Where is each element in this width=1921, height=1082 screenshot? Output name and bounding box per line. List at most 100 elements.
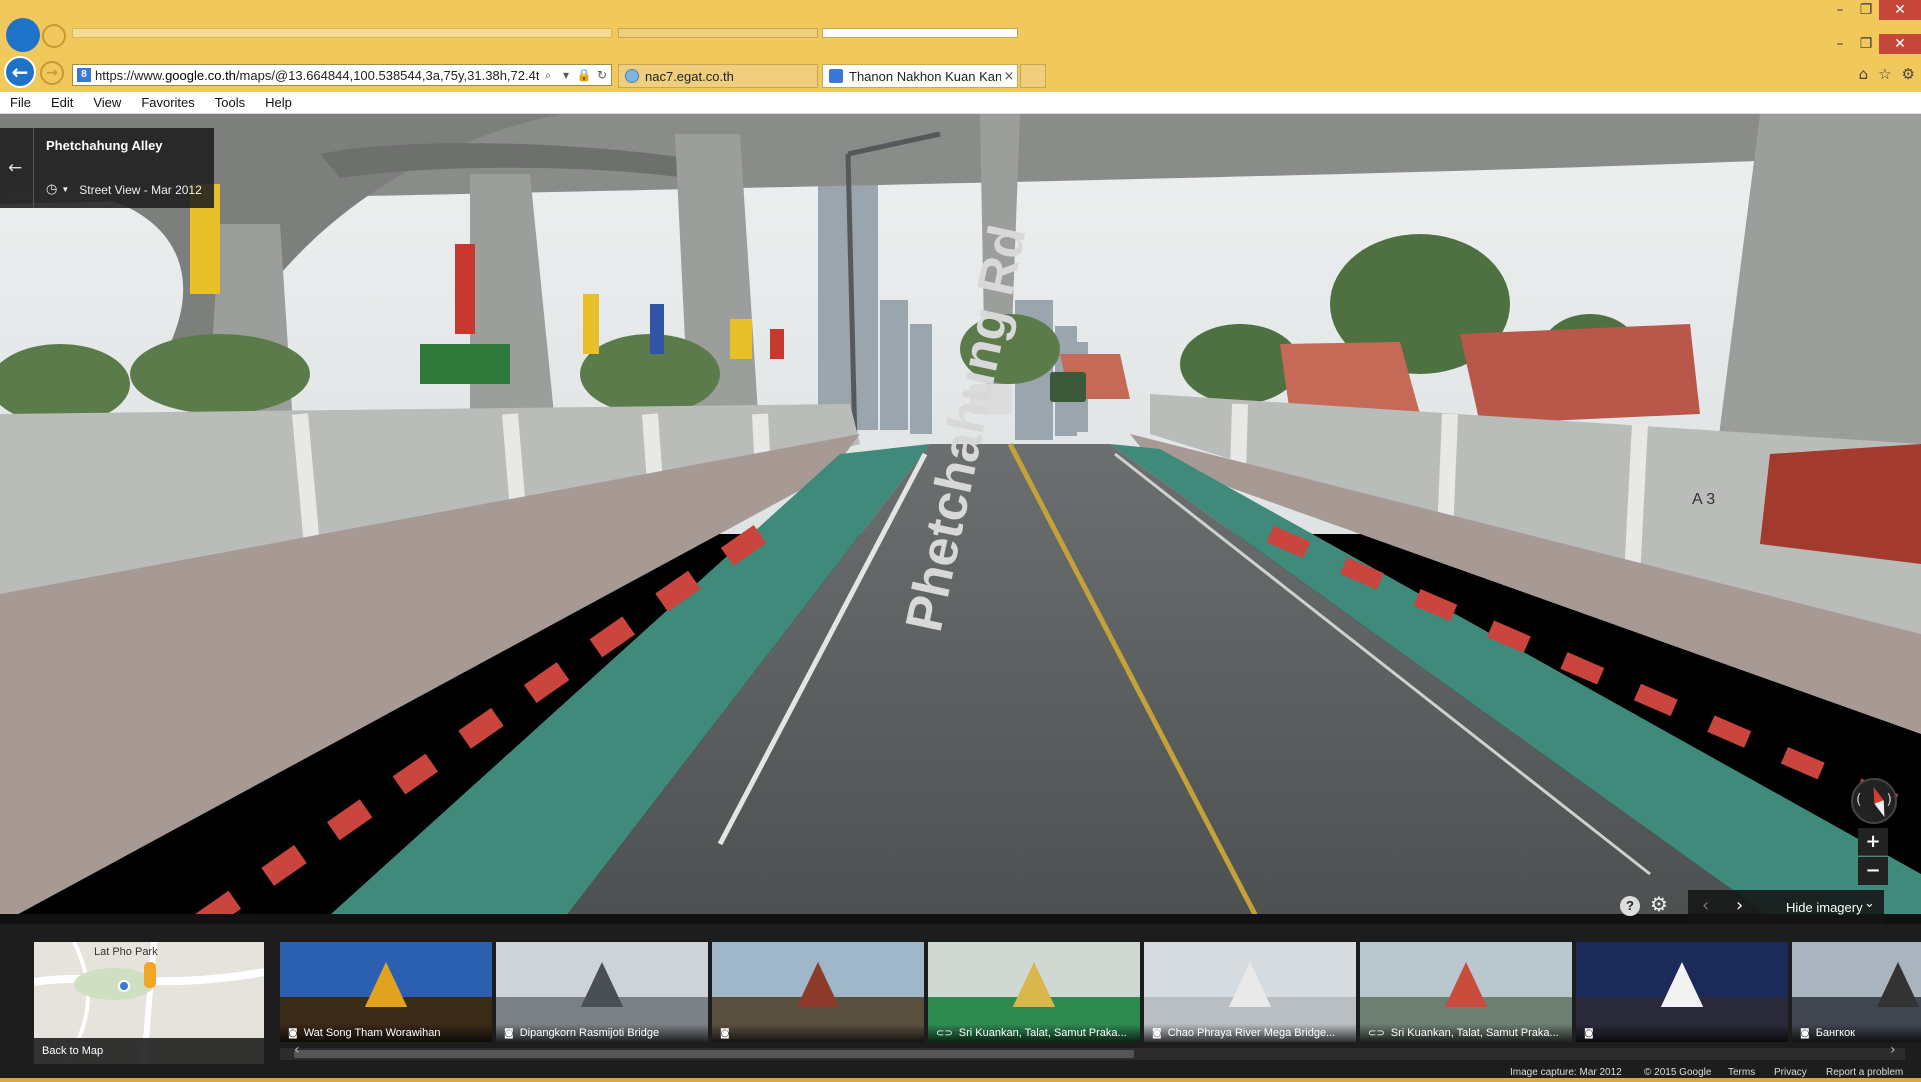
forward-arrow-icon[interactable]: → xyxy=(40,61,64,85)
thumbnail-caption: ⊂⊃ Sri Kuankan, Talat, Samut Praka... xyxy=(928,1024,1140,1042)
camera-icon: ◙ xyxy=(1152,1027,1162,1039)
chevron-left-icon[interactable]: ‹ xyxy=(294,1042,300,1058)
thumbnail-caption-text: Sri Kuankan, Talat, Samut Praka... xyxy=(958,1027,1127,1039)
zoom-in-button[interactable]: + xyxy=(1858,828,1888,856)
menu-tools[interactable]: Tools xyxy=(215,95,245,110)
minimap[interactable]: Lat Pho Park Back to Map xyxy=(34,942,264,1064)
new-tab-button[interactable] xyxy=(1020,64,1046,88)
camera-icon: ◙ xyxy=(504,1027,514,1039)
address-url[interactable]: https://www.google.co.th/maps/@13.664844… xyxy=(95,68,539,83)
thumbnail-caption: ◙ Wat Song Tham Worawihan xyxy=(280,1024,492,1042)
compass[interactable]: ( ) xyxy=(1851,778,1897,824)
camera-icon: ◙ xyxy=(1584,1027,1594,1039)
thumbnail-subject xyxy=(1660,962,1704,1007)
tab-label: nac7.egat.co.th xyxy=(645,68,734,84)
zoom-out-button[interactable]: − xyxy=(1858,857,1888,885)
thumbnail-caption-text: Бангкок xyxy=(1815,1027,1855,1039)
streetview-icon: ⊂⊃ xyxy=(1368,1027,1385,1039)
thumbnail-subject xyxy=(364,962,408,1007)
place-title: Phetchahung Alley xyxy=(46,138,163,153)
minimize-icon[interactable]: – xyxy=(1827,0,1853,20)
background-address-bar xyxy=(72,28,612,38)
thumbnail-subject xyxy=(1444,962,1488,1007)
photo-thumbnail[interactable]: ⊂⊃ Sri Kuankan, Talat, Samut Praka... xyxy=(1360,942,1572,1042)
thumbnail-caption: ◙ Dipangkorn Rasmijoti Bridge xyxy=(496,1024,708,1042)
scrollbar-thumb[interactable] xyxy=(294,1050,1134,1058)
thumbnail-caption-text: Wat Song Tham Worawihan xyxy=(303,1027,441,1039)
clock-icon[interactable]: ◷ xyxy=(46,182,57,197)
gear-icon[interactable]: ⚙ xyxy=(1902,66,1915,82)
image-capture-date: Image capture: Mar 2012 xyxy=(1510,1067,1622,1078)
street-view-panorama[interactable]: Phetchahung Rd A 3 xyxy=(0,114,1921,924)
chevron-left-icon[interactable]: ‹ xyxy=(1702,895,1709,916)
navigation-bar: ← → 8 https://www.google.co.th/maps/@13.… xyxy=(0,56,1921,92)
tab-egat[interactable]: nac7.egat.co.th xyxy=(618,64,818,88)
menu-edit[interactable]: Edit xyxy=(51,95,73,110)
rotate-right-icon[interactable]: ) xyxy=(1887,792,1892,808)
thumbnail-caption: ◙ xyxy=(712,1024,924,1042)
menu-favorites[interactable]: Favorites xyxy=(141,95,194,110)
photo-thumbnail[interactable]: ◙ Chao Phraya River Mega Bridge... xyxy=(1144,942,1356,1042)
tab-google-maps[interactable]: Thanon Nakhon Kuan Kan, ... × xyxy=(822,64,1018,88)
photo-thumbnail[interactable]: ⊂⊃ Sri Kuankan, Talat, Samut Praka... xyxy=(928,942,1140,1042)
rotate-left-icon[interactable]: ( xyxy=(1856,792,1861,808)
address-bar[interactable]: 8 https://www.google.co.th/maps/@13.6648… xyxy=(72,64,612,86)
lock-icon[interactable]: 🔒 xyxy=(575,65,593,85)
restore-icon[interactable]: ❐ xyxy=(1853,0,1879,20)
street-view-controls: ? ⚙ ‹ › Hide imagery ⌄ xyxy=(0,890,1921,924)
back-to-map-button[interactable]: Back to Map xyxy=(34,1038,264,1064)
imagery-date-selector[interactable]: ◷ ▼ Street View - Mar 2012 xyxy=(46,182,202,197)
background-window-bar: – ❐ ✕ – ❐ ✕ xyxy=(0,0,1921,56)
close-icon[interactable]: ✕ xyxy=(1879,34,1921,54)
thumbnail-caption: ⊂⊃ Sri Kuankan, Talat, Samut Praka... xyxy=(1360,1024,1572,1042)
menu-bar: File Edit View Favorites Tools Help xyxy=(0,92,1921,114)
truck-green xyxy=(1050,372,1086,402)
menu-help[interactable]: Help xyxy=(265,95,292,110)
background-tab-active xyxy=(822,28,1018,38)
filmstrip-scrollbar[interactable] xyxy=(280,1048,1905,1060)
refresh-icon[interactable]: ↻ xyxy=(593,65,611,85)
browser-window: – ❐ ✕ – ❐ ✕ ← → 8 https://www.google.co.… xyxy=(0,0,1921,1082)
hide-imagery-button[interactable]: Hide imagery xyxy=(1786,900,1863,915)
copyright-text: © 2015 Google xyxy=(1644,1067,1712,1078)
home-icon[interactable]: ⌂ xyxy=(1859,66,1869,82)
thumbnail-subject xyxy=(1012,962,1056,1007)
minimize-icon[interactable]: – xyxy=(1827,34,1853,54)
chevron-right-icon[interactable]: › xyxy=(1736,895,1743,916)
help-icon[interactable]: ? xyxy=(1620,896,1640,916)
restore-icon[interactable]: ❐ xyxy=(1853,34,1879,54)
tab-close-icon[interactable]: × xyxy=(1001,69,1017,84)
chevron-down-icon[interactable]: ▼ xyxy=(61,185,69,194)
dropdown-icon[interactable]: ▾ xyxy=(557,65,575,85)
minimap-place-label: Lat Pho Park xyxy=(94,946,158,958)
photo-thumbnail[interactable]: ◙ xyxy=(712,942,924,1042)
divider xyxy=(33,128,34,208)
photo-thumbnail[interactable]: ◙ Бангкок xyxy=(1792,942,1921,1042)
double-chevron-down-icon[interactable]: ⌄ xyxy=(1864,896,1875,911)
back-arrow-icon[interactable]: ← xyxy=(4,56,36,88)
photo-thumbnail[interactable]: ◙ xyxy=(1576,942,1788,1042)
place-info-card: ← Phetchahung Alley ◷ ▼ Street View - Ma… xyxy=(0,128,214,208)
star-icon[interactable]: ☆ xyxy=(1878,66,1891,82)
streetview-icon: ⊂⊃ xyxy=(936,1027,953,1039)
search-icon[interactable]: ⌕ xyxy=(539,65,557,85)
chevron-right-icon[interactable]: › xyxy=(1890,1042,1896,1058)
photo-thumbnail[interactable]: ◙ Wat Song Tham Worawihan xyxy=(280,942,492,1042)
thumbnail-list: ◙ Wat Song Tham Worawihan ◙ Dipangkorn Rasm… xyxy=(280,942,1921,1042)
panorama-image[interactable]: Phetchahung Rd A 3 xyxy=(0,114,1921,924)
green-road-sign xyxy=(420,344,510,384)
background-back-button xyxy=(6,18,40,52)
privacy-link[interactable]: Privacy xyxy=(1774,1067,1807,1078)
report-problem-link[interactable]: Report a problem xyxy=(1826,1067,1903,1078)
menu-file[interactable]: File xyxy=(10,95,31,110)
close-icon[interactable]: ✕ xyxy=(1879,0,1921,20)
thumbnail-subject xyxy=(1228,962,1272,1007)
browser-toolbar-icons: ⌂ ☆ ⚙ xyxy=(1859,66,1915,82)
menu-view[interactable]: View xyxy=(93,95,121,110)
photo-thumbnail[interactable]: ◙ Dipangkorn Rasmijoti Bridge xyxy=(496,942,708,1042)
background-tab xyxy=(618,28,818,38)
thumbnail-caption: ◙ Chao Phraya River Mega Bridge... xyxy=(1144,1024,1356,1042)
terms-link[interactable]: Terms xyxy=(1728,1067,1755,1078)
back-arrow-icon[interactable]: ← xyxy=(8,158,22,178)
gear-icon[interactable]: ⚙ xyxy=(1650,892,1668,916)
